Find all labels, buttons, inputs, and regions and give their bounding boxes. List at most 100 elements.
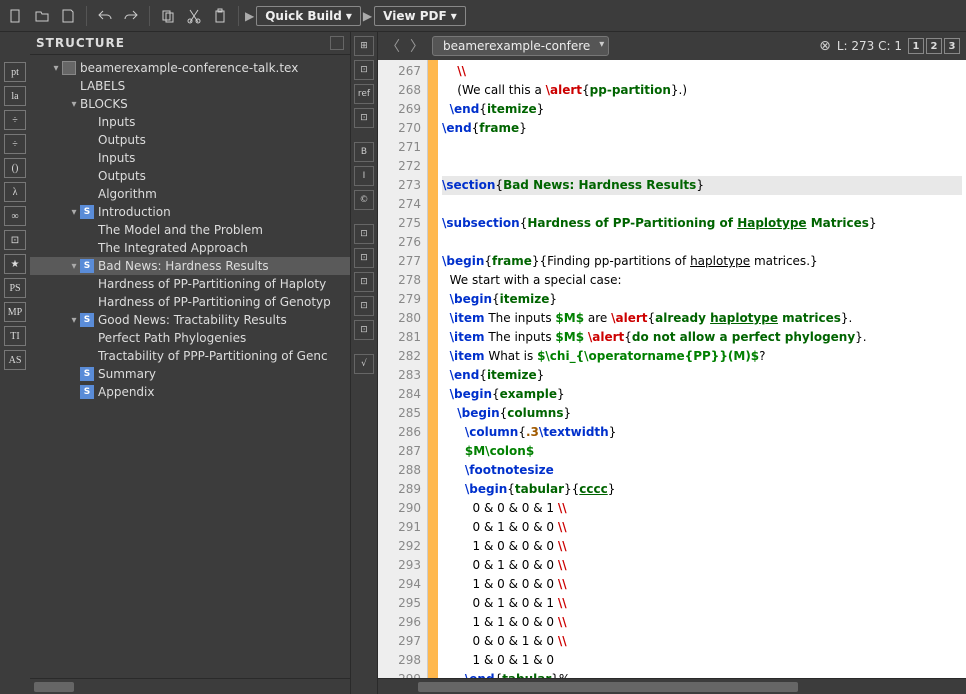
tree-label: Summary [98,367,156,381]
tree-label: Bad News: Hardness Results [98,259,269,273]
tree-label: Hardness of PP-Partitioning of Haploty [98,277,326,291]
tree-item[interactable]: Outputs [30,131,350,149]
editor-tool-button[interactable]: ⊡ [354,108,374,128]
redo-icon[interactable] [119,4,143,28]
tree-item[interactable]: Inputs [30,149,350,167]
symbol-sidebar: pt la ÷ ÷ () λ ∞ ⊡ ★ PS MP TI AS [0,32,30,694]
editor-tool-button[interactable]: ref [354,84,374,104]
code-editor[interactable]: 2672682692702712722732742752762772782792… [378,60,966,678]
nav-forward-icon[interactable]: 〉 [408,36,426,56]
editor-area: 〈 〉 beamerexample-confere ⊗ L: 273 C: 1 … [378,32,966,694]
section-icon: S [80,385,94,399]
tree-item[interactable]: ▾SIntroduction [30,203,350,221]
tree-item[interactable]: Tractability of PPP-Partitioning of Genc [30,347,350,365]
undo-icon[interactable] [93,4,117,28]
run-icon[interactable]: ▶ [245,9,254,23]
view-tab[interactable]: 1 [908,38,924,54]
symbol-button[interactable]: TI [4,326,26,346]
cut-icon[interactable] [182,4,206,28]
symbol-button[interactable]: λ [4,182,26,202]
tree-item[interactable]: Hardness of PP-Partitioning of Genotyp [30,293,350,311]
tree-label: Appendix [98,385,154,399]
copy-icon[interactable] [156,4,180,28]
new-file-icon[interactable] [4,4,28,28]
editor-tool-button[interactable]: ⊞ [354,36,374,56]
tree-label: BLOCKS [80,97,128,111]
tree-item[interactable]: Perfect Path Phylogenies [30,329,350,347]
filename-dropdown[interactable]: beamerexample-confere [432,36,609,56]
tree-item[interactable]: ▾BLOCKS [30,95,350,113]
section-icon: S [80,259,94,273]
save-icon[interactable] [56,4,80,28]
symbol-button[interactable]: la [4,86,26,106]
editor-tool-button[interactable]: ⊡ [354,296,374,316]
symbol-button[interactable]: ∞ [4,206,26,226]
separator [86,6,87,26]
tree-item[interactable]: SSummary [30,365,350,383]
tree-item[interactable]: LABELS [30,77,350,95]
symbol-button[interactable]: AS [4,350,26,370]
tree-item[interactable]: ▾SBad News: Hardness Results [30,257,350,275]
open-file-icon[interactable] [30,4,54,28]
editor-view-tabs: 123 [908,38,960,54]
collapse-icon[interactable] [330,36,344,50]
tree-item[interactable]: ▾beamerexample-conference-talk.tex [30,59,350,77]
structure-tree[interactable]: ▾beamerexample-conference-talk.tex LABELS… [30,55,350,678]
tree-label: Perfect Path Phylogenies [98,331,246,345]
tree-item[interactable]: Algorithm [30,185,350,203]
quick-build-button[interactable]: Quick Build ▾ [256,6,361,26]
paste-icon[interactable] [208,4,232,28]
tree-label: Hardness of PP-Partitioning of Genotyp [98,295,331,309]
structure-scrollbar[interactable] [30,678,350,694]
symbol-button[interactable]: pt [4,62,26,82]
symbol-button[interactable]: ⊡ [4,230,26,250]
nav-back-icon[interactable]: 〈 [384,36,402,56]
structure-panel: STRUCTURE ▾beamerexample-conference-talk… [30,32,350,694]
tree-item[interactable]: The Model and the Problem [30,221,350,239]
tree-label: Inputs [98,151,135,165]
code-text[interactable]: \\ (We call this a \alert{pp-partition}.… [438,60,966,678]
symbol-button[interactable]: ★ [4,254,26,274]
tree-item[interactable]: The Integrated Approach [30,239,350,257]
editor-tool-button[interactable]: ⊡ [354,248,374,268]
separator [238,6,239,26]
tree-label: Tractability of PPP-Partitioning of Genc [98,349,328,363]
view-tab[interactable]: 3 [944,38,960,54]
tree-item[interactable]: Inputs [30,113,350,131]
tree-label: Inputs [98,115,135,129]
tree-label: Algorithm [98,187,157,201]
tree-item[interactable]: Outputs [30,167,350,185]
editor-tool-button[interactable]: B [354,142,374,162]
editor-tool-button[interactable]: © [354,190,374,210]
tree-item[interactable]: ▾SGood News: Tractability Results [30,311,350,329]
tree-label: Introduction [98,205,171,219]
tree-item[interactable]: S Appendix [30,383,350,401]
cursor-position: L: 273 C: 1 [837,39,902,53]
editor-tool-button[interactable]: I [354,166,374,186]
section-icon: S [80,313,94,327]
symbol-button[interactable]: ÷ [4,134,26,154]
editor-header: 〈 〉 beamerexample-confere ⊗ L: 273 C: 1 … [378,32,966,60]
tree-label: LABELS [80,79,125,93]
editor-tool-button[interactable]: ⊡ [354,272,374,292]
close-tab-icon[interactable]: ⊗ [819,38,831,54]
view-icon[interactable]: ▶ [363,9,372,23]
editor-tool-button[interactable]: ⊡ [354,320,374,340]
symbol-button[interactable]: ÷ [4,110,26,130]
editor-scrollbar[interactable] [378,678,966,694]
symbol-button[interactable]: MP [4,302,26,322]
editor-toolbar-vertical: ⊞ ⊡ ref ⊡ BI © ⊡ ⊡ ⊡ ⊡ ⊡ √ [350,32,378,694]
tree-label: beamerexample-conference-talk.tex [80,61,298,75]
symbol-button[interactable]: () [4,158,26,178]
main-toolbar: ▶ Quick Build ▾ ▶ View PDF ▾ [0,0,966,32]
editor-tool-button[interactable]: ⊡ [354,60,374,80]
tree-item[interactable]: Hardness of PP-Partitioning of Haploty [30,275,350,293]
symbol-button[interactable]: PS [4,278,26,298]
tree-label: Outputs [98,133,146,147]
tree-label: The Integrated Approach [98,241,248,255]
view-tab[interactable]: 2 [926,38,942,54]
view-pdf-button[interactable]: View PDF ▾ [374,6,466,26]
editor-tool-button[interactable]: √ [354,354,374,374]
fold-column[interactable] [428,60,438,678]
editor-tool-button[interactable]: ⊡ [354,224,374,244]
